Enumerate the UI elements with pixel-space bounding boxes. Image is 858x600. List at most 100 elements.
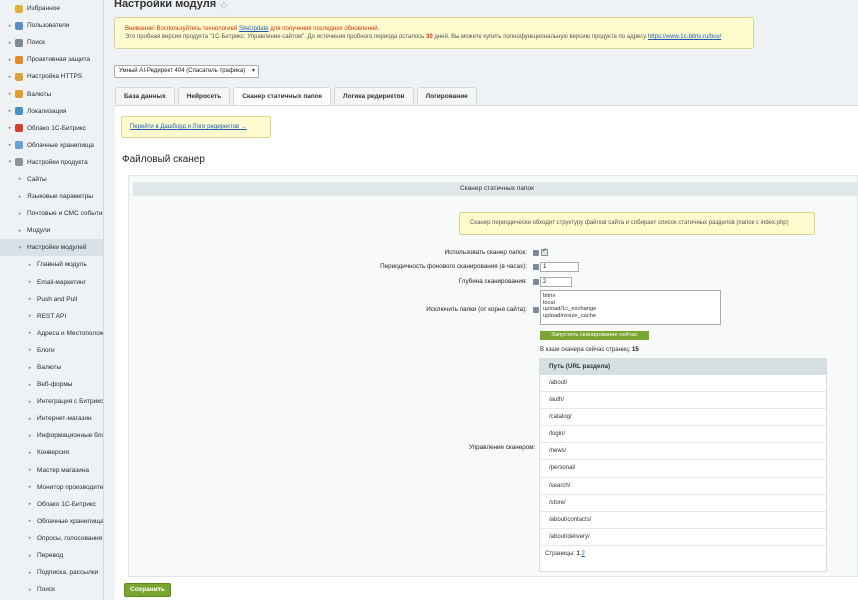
siteupdate-link[interactable]: SiteUpdate (239, 26, 269, 32)
tab[interactable]: Сканер статичных папок (233, 87, 332, 106)
chevron-down-icon[interactable]: ▾ (7, 159, 13, 165)
sidebar-item[interactable]: ▸ Мастер магазина (0, 462, 103, 479)
chevron-right-icon[interactable]: ▸ (27, 553, 33, 559)
chevron-right-icon[interactable]: ▸ (27, 484, 33, 490)
chevron-right-icon[interactable]: ▸ (27, 535, 33, 541)
chevron-right-icon[interactable]: ▸ (27, 330, 33, 336)
sidebar-item[interactable]: ▸ Интеграция с Битрикс24 (0, 393, 103, 410)
chevron-right-icon[interactable]: ▸ (27, 279, 33, 285)
chevron-right-icon[interactable]: ▸ (7, 142, 13, 148)
tab[interactable]: Нейросеть (177, 87, 231, 104)
sidebar-item[interactable]: ▸ Облачные хранилища (0, 513, 103, 530)
table-row: /about/ (540, 375, 826, 393)
sidebar-item[interactable]: ▸ Адреса и Местоположения (0, 325, 103, 342)
sidebar-item[interactable]: ▸ Поиск (0, 581, 103, 598)
chevron-right-icon[interactable]: ▸ (27, 450, 33, 456)
sidebar-item[interactable]: ▸ Сайты (0, 171, 103, 188)
sidebar-item[interactable]: ▸ REST API (0, 308, 103, 325)
help-icon[interactable] (533, 250, 539, 256)
chevron-right-icon[interactable]: ▸ (17, 228, 23, 234)
chevron-right-icon[interactable]: ▸ (7, 74, 13, 80)
sidebar-item[interactable]: ▸ Пользователи (0, 17, 103, 34)
module-select-value: Умный AI-Редирект 404 (Спасатель трафика… (119, 68, 246, 74)
sidebar-item[interactable]: ▸ Подписка, рассылки (0, 564, 103, 581)
chevron-right-icon[interactable]: ▸ (27, 433, 33, 439)
sidebar-item[interactable]: ▸ Главный модуль (0, 256, 103, 273)
help-icon[interactable] (533, 279, 539, 285)
tab[interactable]: Логирование (416, 87, 477, 104)
sidebar-item[interactable]: Избранное (0, 0, 103, 17)
star-icon[interactable]: ☆ (219, 0, 229, 12)
sidebar-item[interactable]: ▸ Email-маркетинг (0, 274, 103, 291)
sidebar-item[interactable]: ▸ Блоги (0, 342, 103, 359)
sidebar-item[interactable]: ▸ Локализация (0, 103, 103, 120)
sidebar-item[interactable]: ▸ Валюты (0, 85, 103, 102)
run-scan-button[interactable]: Запустить сканирование сейчас (540, 331, 649, 340)
sidebar-item[interactable]: ▸ Почтовые и СМС события (0, 205, 103, 222)
tab[interactable]: База данных (115, 87, 175, 104)
sidebar-item[interactable]: ▸ Интернет-магазин (0, 410, 103, 427)
chevron-right-icon[interactable]: ▸ (7, 108, 13, 114)
chevron-right-icon[interactable]: ▸ (17, 211, 23, 217)
period-input[interactable]: 1 (540, 262, 579, 272)
dashboard-link[interactable]: Перейти в Дашборд и Логи редиректов → (121, 116, 271, 138)
chevron-right-icon[interactable]: ▸ (27, 399, 33, 405)
chevron-right-icon[interactable]: ▸ (27, 262, 33, 268)
chevron-right-icon[interactable]: ▸ (27, 382, 33, 388)
module-select[interactable]: Умный AI-Редирект 404 (Спасатель трафика… (114, 65, 259, 78)
chevron-right-icon[interactable]: ▸ (27, 467, 33, 473)
sidebar-item[interactable]: ▸ Конверсия (0, 444, 103, 461)
chevron-right-icon[interactable]: ▸ (27, 416, 33, 422)
sidebar-item[interactable]: ▸ Push and Pull (0, 291, 103, 308)
tab[interactable]: Логика редиректов (334, 87, 414, 104)
chevron-down-icon[interactable]: ▾ (17, 245, 23, 251)
sidebar-item[interactable]: ▸ Облако 1С-Битрикс (0, 120, 103, 137)
depth-input[interactable]: 2 (540, 277, 572, 287)
sidebar-item[interactable]: ▸ Поиск (0, 34, 103, 51)
chevron-right-icon[interactable]: ▸ (7, 125, 13, 131)
sidebar-item[interactable]: ▸ Настройка HTTPS (0, 68, 103, 85)
help-icon[interactable] (533, 307, 539, 313)
exclude-textarea[interactable]: bitrix local upload/1c_exchange upload/r… (540, 290, 721, 325)
chevron-right-icon[interactable]: ▸ (27, 296, 33, 302)
tab-bar: База данных Нейросеть Сканер статичных пап… (115, 87, 480, 106)
chevron-right-icon[interactable]: ▸ (7, 57, 13, 63)
page-link[interactable]: 2 (582, 551, 585, 557)
sidebar-item-label: Поиск (27, 39, 46, 47)
chevron-right-icon[interactable]: ▸ (17, 194, 23, 200)
sidebar-item[interactable]: ▸ Проактивная защита (0, 51, 103, 68)
sidebar-item[interactable]: ▸ Перевод (0, 547, 103, 564)
sidebar-item[interactable]: ▸ Модули (0, 222, 103, 239)
chevron-right-icon[interactable]: ▸ (27, 313, 33, 319)
help-icon[interactable] (533, 264, 539, 270)
gear-icon (15, 158, 23, 167)
cache-note-text: В кэше сканера сейчас страниц: (540, 347, 631, 353)
chevron-right-icon[interactable]: ▸ (27, 570, 33, 576)
chevron-right-icon[interactable]: ▸ (7, 40, 13, 46)
sidebar-item-label: Подписка, рассылки (37, 569, 99, 577)
sidebar-item[interactable]: ▸ Информационные блоки (0, 427, 103, 444)
sidebar-item[interactable]: ▸ Опросы, голосования (0, 530, 103, 547)
use-scanner-checkbox[interactable] (541, 247, 548, 256)
sidebar-item[interactable]: ▸ Облако 1С-Битрикс (0, 496, 103, 513)
sidebar-item[interactable]: ▸ Языковые параметры (0, 188, 103, 205)
sidebar-item[interactable]: ▾ Настройки модулей (0, 239, 103, 257)
sidebar-item[interactable]: ▾ Настройки продукта (0, 154, 103, 171)
save-button[interactable]: Сохранить (124, 583, 171, 597)
chevron-right-icon[interactable]: ▸ (27, 365, 33, 371)
buy-link[interactable]: https://www.1c-bitrix.ru/buy/ (648, 34, 721, 40)
sidebar-item[interactable]: ▸ Валюты (0, 359, 103, 376)
sidebar-item-label: Проактивная защита (27, 56, 91, 64)
chevron-right-icon[interactable]: ▸ (17, 176, 23, 182)
chevron-right-icon[interactable]: ▸ (27, 347, 33, 353)
chevron-right-icon[interactable]: ▸ (7, 91, 13, 97)
notice-line2-mid: дней. Вы можете купить полнофункциональн… (432, 34, 648, 40)
chevron-right-icon[interactable]: ▸ (27, 518, 33, 524)
sidebar-item-label: Почтовые и СМС события (27, 210, 104, 218)
chevron-right-icon[interactable]: ▸ (27, 501, 33, 507)
chevron-right-icon[interactable]: ▸ (7, 23, 13, 29)
sidebar-item[interactable]: ▸ Веб-формы (0, 376, 103, 393)
chevron-right-icon[interactable]: ▸ (27, 587, 33, 593)
sidebar-item[interactable]: ▸ Облачные хранилища (0, 137, 103, 154)
sidebar-item[interactable]: ▸ Монитор производительности (0, 479, 103, 496)
